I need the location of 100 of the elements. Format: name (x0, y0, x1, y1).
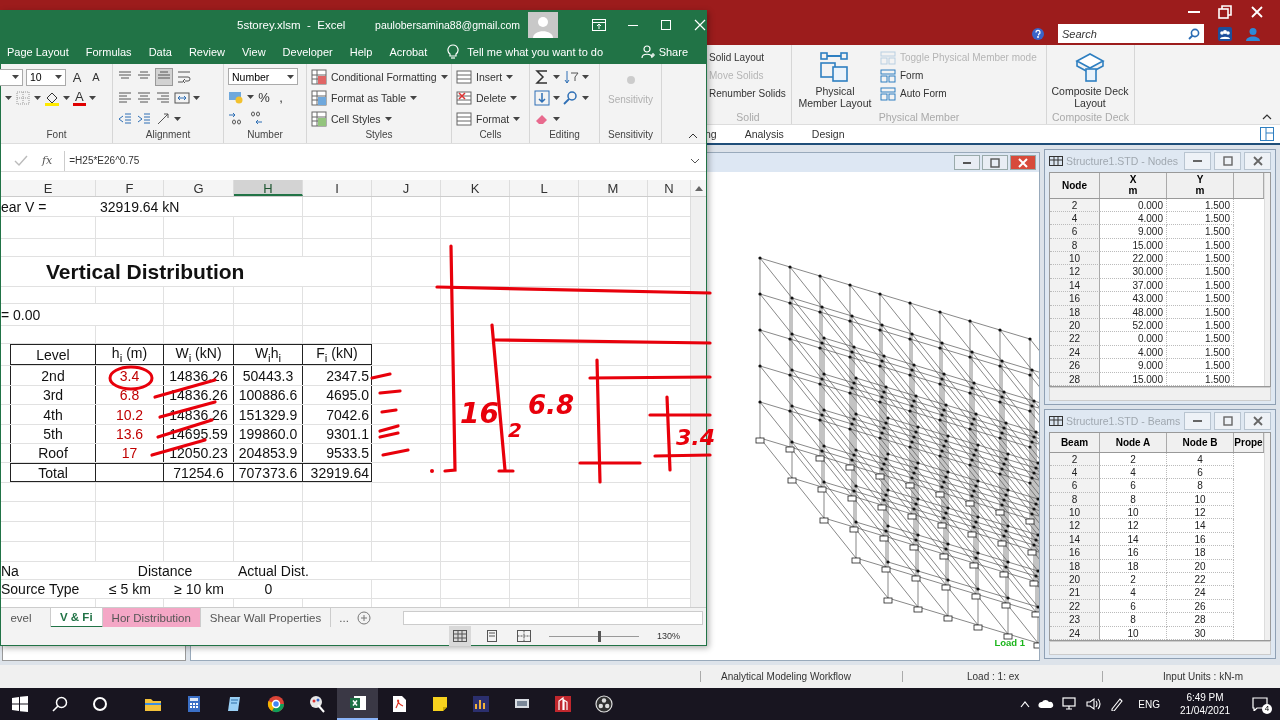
column-header[interactable]: E (1, 180, 96, 196)
zoom-level[interactable]: 130% (657, 631, 681, 641)
ribbon-button[interactable]: Composite Deck Layout (1051, 49, 1129, 110)
ribbon-button[interactable]: Physical Member Layout (796, 49, 874, 110)
minimize-button[interactable] (1184, 412, 1211, 430)
scrollbar[interactable] (1264, 173, 1270, 386)
minimize-icon (628, 24, 638, 26)
close-button[interactable] (1244, 412, 1271, 430)
ribbon-tab[interactable]: Formulas (85, 45, 132, 58)
maximize-button[interactable] (1214, 152, 1241, 170)
column-header[interactable]: J (372, 180, 441, 196)
group-label: Alignment (144, 129, 192, 142)
taskbar-button[interactable] (337, 688, 378, 720)
ribbon-tab[interactable]: Acrobat (389, 45, 428, 58)
table-cell: 28 (1167, 613, 1234, 627)
ribbon-button[interactable]: Cell Styles (311, 110, 447, 128)
number-format-dropdown[interactable]: Number (228, 68, 298, 85)
maximize-icon (1222, 416, 1233, 426)
close-button[interactable] (1010, 155, 1036, 170)
ribbon-button[interactable]: Conditional Formatting (311, 68, 447, 86)
close-icon (1250, 5, 1264, 19)
column-header[interactable]: F (96, 180, 164, 196)
table-icon (1049, 416, 1063, 426)
caret-icon (582, 96, 589, 100)
scrollbar[interactable] (1049, 641, 1271, 655)
minimize-icon (1193, 420, 1202, 422)
grow-font-button[interactable]: A (69, 69, 85, 85)
ribbon-button[interactable]: Format (456, 110, 525, 128)
column-header[interactable]: H (234, 180, 303, 196)
close-button[interactable] (1244, 152, 1271, 170)
account-name[interactable]: paulobersamina88@gmail.com (375, 19, 520, 31)
sheet-tab[interactable]: V & Fi (51, 607, 103, 628)
caret-icon (55, 75, 62, 79)
column-header: Node A (1100, 433, 1167, 452)
column-header[interactable]: L (510, 180, 579, 196)
ribbon-button[interactable]: Solid Layout (709, 49, 786, 66)
font-size-dropdown[interactable]: 10 (26, 68, 66, 86)
ribbon-button[interactable]: Delete (456, 89, 525, 107)
column-header: Node B (1167, 433, 1234, 452)
table-cell: 10 (1167, 492, 1234, 507)
tell-me-search[interactable]: Tell me what you want to do (447, 43, 604, 60)
format-cells-icon (456, 111, 472, 127)
clock-time[interactable]: 6:49 PM (1186, 691, 1224, 704)
caret-icon (12, 75, 19, 79)
column-header[interactable]: I (303, 180, 372, 196)
more-sheets-button[interactable]: ... (331, 611, 357, 624)
slider-thumb[interactable] (597, 630, 601, 642)
maximize-button[interactable] (1214, 412, 1241, 430)
formula-field[interactable]: =H25*E26^0.75 (64, 150, 706, 171)
scrollbar[interactable] (1049, 387, 1271, 401)
ribbon-display-icon (592, 19, 606, 31)
ribbon-tab[interactable]: Review (188, 45, 225, 58)
table-cell: F$_{i}$ (kN) (303, 344, 372, 365)
wrap-text-icon (176, 69, 192, 85)
share-button[interactable]: Share (640, 44, 688, 59)
table-cell: 12 (1167, 506, 1234, 520)
function-button[interactable]: fx (42, 154, 53, 167)
font-dropdown[interactable] (0, 68, 23, 86)
table-cell: 2nd (10, 366, 96, 385)
column-header: Y m (1167, 173, 1234, 198)
table-cell: 10 (1100, 626, 1167, 640)
font-color-button[interactable]: A (73, 90, 86, 106)
scrollbar[interactable] (402, 610, 703, 625)
ribbon-button[interactable]: Form (880, 67, 1037, 84)
scrollbar[interactable] (1264, 433, 1270, 640)
search-icon (563, 90, 579, 106)
maximize-button[interactable] (982, 155, 1008, 170)
table-cell: 6 (1100, 479, 1167, 493)
ribbon-tab[interactable]: Help (349, 45, 373, 58)
ribbon-tab[interactable]: Page Layout (7, 45, 69, 58)
ribbon-button[interactable]: Renumber Solids (709, 85, 786, 102)
search-icon (52, 696, 68, 712)
ribbon-button[interactable]: Format as Table (311, 89, 447, 107)
number-style-button[interactable]: % (257, 89, 271, 105)
sheet-tab[interactable]: Hor Distribution (102, 607, 201, 628)
close-icon (1018, 157, 1028, 168)
column-header[interactable]: K (441, 180, 510, 196)
brush-icon (307, 695, 326, 713)
search-field[interactable]: Search (1058, 24, 1204, 43)
table-cell: 707373.6 (234, 463, 303, 482)
number-style-button[interactable]: , (274, 89, 288, 105)
ribbon-tab[interactable]: View (241, 45, 266, 58)
shrink-font-button[interactable]: A (88, 71, 104, 83)
notification-button[interactable]: 4 (1240, 688, 1280, 720)
restore-icon (1218, 5, 1232, 19)
ribbon-tab[interactable]: Developer (282, 45, 333, 58)
column-header[interactable]: N (648, 180, 691, 196)
ribbon-tab[interactable]: Design (811, 128, 845, 140)
language-indicator[interactable]: ENG (1138, 698, 1160, 710)
column-header[interactable]: M (579, 180, 648, 196)
table-cell: 9.000 (1100, 359, 1167, 373)
ribbon-button[interactable]: Insert (456, 68, 525, 86)
minimize-button[interactable] (1184, 152, 1211, 170)
minimize-button[interactable] (954, 155, 980, 170)
align-left-icon (117, 90, 133, 106)
ribbon-tab[interactable]: Data (148, 45, 172, 58)
ribbon-button[interactable]: Auto Form (880, 85, 1037, 102)
window-title: Structure1.STD - Nodes (1066, 155, 1180, 167)
clock-date[interactable]: 21/04/2021 (1179, 704, 1231, 717)
ribbon-tab[interactable]: Analysis (744, 128, 784, 140)
